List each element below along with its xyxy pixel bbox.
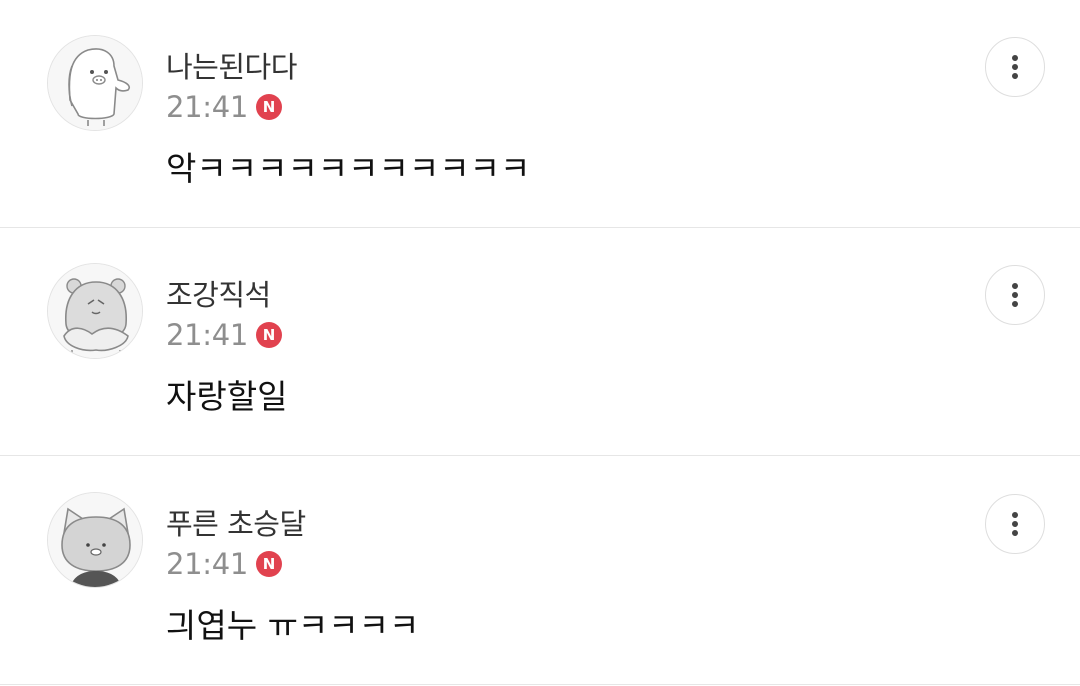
comment-meta: 21:41 N [166,316,283,354]
new-badge: N [256,322,283,348]
comment-text: 악ㅋㅋㅋㅋㅋㅋㅋㅋㅋㅋㅋ [166,149,531,188]
profile-avatar[interactable] [47,35,143,131]
comment-time: 21:41 [166,318,249,352]
new-badge: N [256,94,283,120]
comment-time: 21:41 [166,90,249,124]
comment-time: 21:41 [166,547,249,581]
comment-meta: 21:41 N [166,545,283,583]
cat-avatar-icon [48,493,142,587]
author-name[interactable]: 조강직석 [166,272,271,314]
bear-avatar-icon [48,36,142,130]
comment-item: 푸른 초승달 21:41 N 긔엽누 ㅠㅋㅋㅋㅋ [0,457,1080,685]
new-badge: N [256,551,283,577]
author-name[interactable]: 나는된다다 [166,44,297,86]
comment-item: 나는된다다 21:41 N 악ㅋㅋㅋㅋㅋㅋㅋㅋㅋㅋㅋ [0,0,1080,228]
comment-meta: 21:41 N [166,88,283,126]
more-options-button[interactable] [985,37,1045,97]
more-options-button[interactable] [985,494,1045,554]
more-vertical-icon [1012,55,1018,79]
hamster-avatar-icon [48,264,142,358]
comment-item: 조강직석 21:41 N 자랑할일 [0,228,1080,456]
more-vertical-icon [1012,512,1018,536]
more-options-button[interactable] [985,265,1045,325]
comment-text: 긔엽누 ㅠㅋㅋㅋㅋ [166,606,420,645]
more-vertical-icon [1012,283,1018,307]
profile-avatar[interactable] [47,492,143,588]
author-name[interactable]: 푸른 초승달 [166,501,306,543]
comment-text: 자랑할일 [166,377,288,416]
profile-avatar[interactable] [47,263,143,359]
